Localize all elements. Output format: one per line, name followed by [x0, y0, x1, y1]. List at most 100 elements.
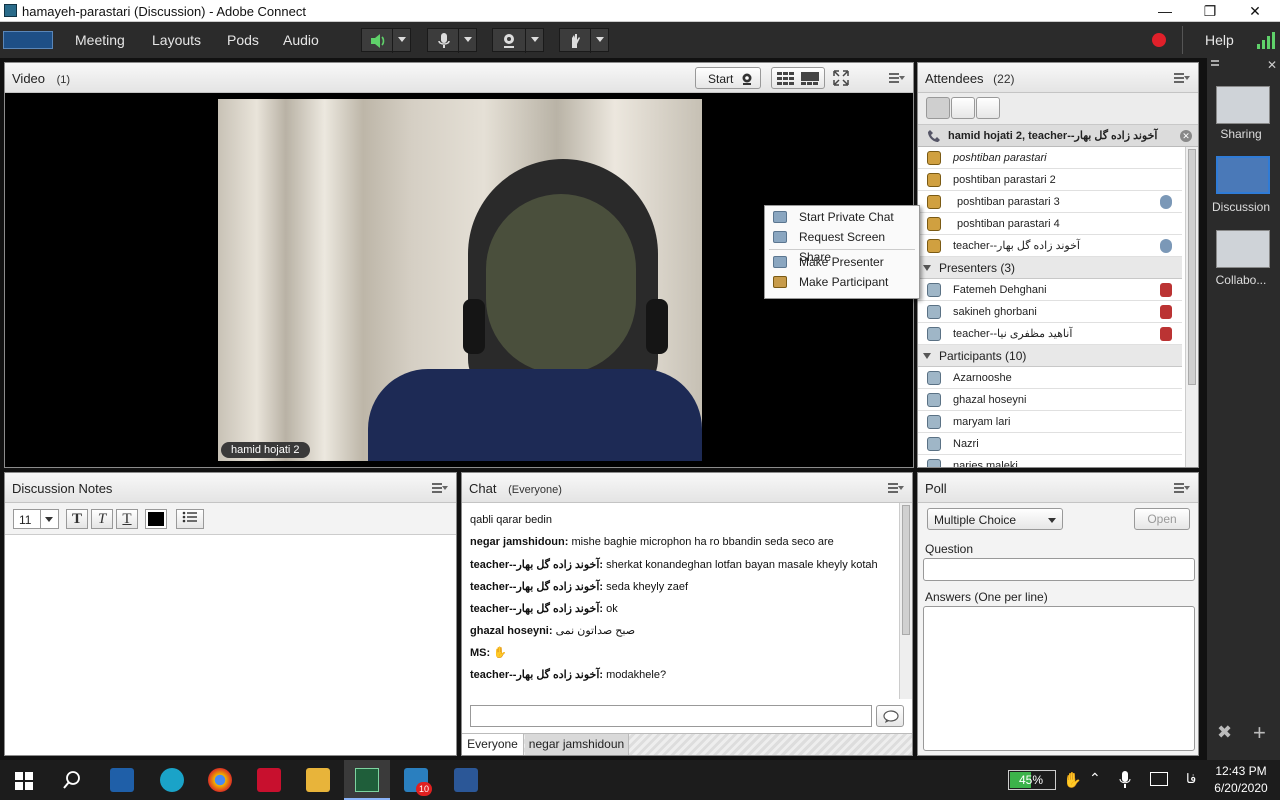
chevron-down-icon	[45, 517, 53, 522]
close-panel-icon[interactable]: ✕	[1267, 58, 1277, 72]
attendee-row[interactable]: sakineh ghorbani	[918, 301, 1182, 323]
layout-discussion-thumbnail[interactable]	[1216, 156, 1270, 194]
video-pod-menu-icon[interactable]	[889, 73, 905, 83]
layouts-menu-icon[interactable]	[1211, 60, 1227, 70]
menu-layouts[interactable]: Layouts	[152, 32, 201, 48]
edge-browser-icon[interactable]	[160, 768, 184, 792]
attendee-row[interactable]: Fatemeh Dehghani	[918, 279, 1182, 301]
font-size-select[interactable]: 11	[13, 509, 59, 529]
attendee-row[interactable]: narjes maleki	[918, 455, 1182, 467]
cloud-app-icon[interactable]	[110, 768, 134, 792]
chevron-down-icon[interactable]	[398, 37, 406, 42]
search-icon[interactable]	[62, 770, 82, 790]
open-poll-button[interactable]: Open	[1134, 508, 1190, 530]
start-private-chat-menu-item[interactable]: Start Private Chat	[765, 207, 919, 227]
list-view-icon[interactable]	[926, 97, 950, 119]
windows-start-icon[interactable]	[15, 772, 33, 790]
attendee-row[interactable]: poshtiban parastari 2	[918, 169, 1182, 191]
chat-scrollbar[interactable]	[899, 503, 912, 699]
answers-input[interactable]	[923, 606, 1195, 751]
help-menu[interactable]: Help	[1205, 32, 1234, 48]
attendee-row[interactable]: poshtiban parastari	[918, 147, 1182, 169]
word-app-icon[interactable]	[454, 768, 478, 792]
attendees-pod-menu-icon[interactable]	[1174, 73, 1190, 83]
menu-pods[interactable]: Pods	[227, 32, 259, 48]
bullet-list-icon	[182, 511, 197, 523]
chrome-browser-icon[interactable]	[208, 768, 232, 792]
attendee-row[interactable]: Azarnooshe	[918, 367, 1182, 389]
chat-text: qabli qarar bedin	[470, 514, 552, 526]
chevron-up-icon[interactable]: ⌃	[1089, 770, 1101, 787]
bold-button[interactable]: T	[66, 509, 88, 529]
menu-meeting[interactable]: Meeting	[75, 32, 125, 48]
chat-message: ghazal hoseyni: صبح صداتون نمی	[470, 624, 635, 637]
chat-input[interactable]	[470, 705, 872, 727]
attendee-name: poshtiban parastari 4	[957, 218, 1060, 230]
fullscreen-icon[interactable]	[833, 70, 849, 86]
host-icon	[927, 173, 941, 187]
input-language[interactable]: فا	[1186, 771, 1196, 787]
request-screen-share-menu-item[interactable]: Request Screen Share	[765, 227, 919, 264]
attendee-list-scrollbar[interactable]	[1185, 147, 1198, 467]
raise-hand-button[interactable]	[559, 28, 609, 53]
minimize-icon[interactable]: —	[1142, 1, 1188, 21]
poll-type-select[interactable]: Multiple Choice	[927, 508, 1063, 530]
attendee-row[interactable]: poshtiban parastari 3	[918, 191, 1182, 213]
add-layout-icon[interactable]: +	[1253, 720, 1266, 746]
microphone-button[interactable]	[427, 28, 477, 53]
chevron-down-icon[interactable]	[596, 37, 604, 42]
text-color-picker[interactable]	[145, 509, 167, 529]
start-webcam-button[interactable]: Start	[695, 67, 761, 89]
battery-indicator[interactable]: 45%	[1008, 770, 1056, 790]
question-input[interactable]	[923, 558, 1195, 581]
underline-button[interactable]: T	[116, 509, 138, 529]
delete-layout-icon[interactable]: ✖	[1217, 722, 1232, 743]
record-icon[interactable]	[1152, 33, 1166, 47]
status-view-icon[interactable]	[976, 97, 1000, 119]
layout-collaboration-thumbnail[interactable]	[1216, 230, 1270, 268]
italic-button[interactable]: T	[91, 509, 113, 529]
clock-time[interactable]: 12:43 PM	[1206, 764, 1276, 778]
tab-everyone[interactable]: Everyone	[462, 734, 524, 755]
chat-pod-menu-icon[interactable]	[888, 483, 904, 493]
touch-icon[interactable]: ✋	[1063, 771, 1082, 789]
layout-sharing-thumbnail[interactable]	[1216, 86, 1270, 124]
file-explorer-icon[interactable]	[306, 768, 330, 792]
chat-message: teacher--آخوند زاده گل بهار: sherkat kon…	[470, 558, 878, 571]
presenters-group-header[interactable]: Presenters (3)	[918, 257, 1182, 279]
webcam-button[interactable]	[492, 28, 544, 53]
notes-pod-menu-icon[interactable]	[432, 483, 448, 493]
attendee-row[interactable]: maryam lari	[918, 411, 1182, 433]
attendee-row[interactable]: teacher--آخوند زاده گل بهار	[918, 235, 1182, 257]
send-message-button[interactable]	[876, 705, 904, 727]
adobe-connect-taskbar-button[interactable]	[344, 760, 390, 800]
attendee-row[interactable]: Nazri	[918, 433, 1182, 455]
make-participant-menu-item[interactable]: Make Participant	[765, 272, 919, 292]
attendee-row[interactable]: poshtiban parastari 4	[918, 213, 1182, 235]
breakout-view-icon[interactable]	[951, 97, 975, 119]
attendee-row[interactable]: ghazal hoseyni	[918, 389, 1182, 411]
chevron-down-icon[interactable]	[464, 37, 472, 42]
clock-date[interactable]: 6/20/2020	[1206, 781, 1276, 795]
chevron-down-icon[interactable]	[531, 37, 539, 42]
speaker-toggle-button[interactable]	[361, 28, 411, 53]
clear-selection-icon[interactable]: ✕	[1180, 130, 1192, 142]
participants-group-header[interactable]: Participants (10)	[918, 345, 1182, 367]
acrobat-reader-icon[interactable]	[257, 768, 281, 792]
presenter-icon	[773, 256, 787, 268]
microphone-icon[interactable]	[1119, 771, 1131, 789]
tab-private-chat[interactable]: negar jamshidoun	[525, 734, 629, 755]
poll-pod-menu-icon[interactable]	[1174, 483, 1190, 493]
maximize-icon[interactable]: ❐	[1187, 1, 1233, 21]
menu-audio[interactable]: Audio	[283, 32, 319, 48]
collapse-icon[interactable]	[923, 265, 931, 271]
collapse-icon[interactable]	[923, 353, 931, 359]
make-presenter-menu-item[interactable]: Make Presenter	[765, 252, 919, 272]
chat-app-icon[interactable]: 10	[404, 768, 432, 796]
attendee-row[interactable]: teacher--آناهید مظفری نیا	[918, 323, 1182, 345]
network-icon[interactable]	[1150, 772, 1168, 786]
notes-text-area[interactable]	[5, 535, 456, 755]
bullet-list-button[interactable]	[176, 509, 204, 529]
close-icon[interactable]: ✕	[1232, 1, 1278, 21]
video-layout-toggle[interactable]	[771, 67, 825, 89]
